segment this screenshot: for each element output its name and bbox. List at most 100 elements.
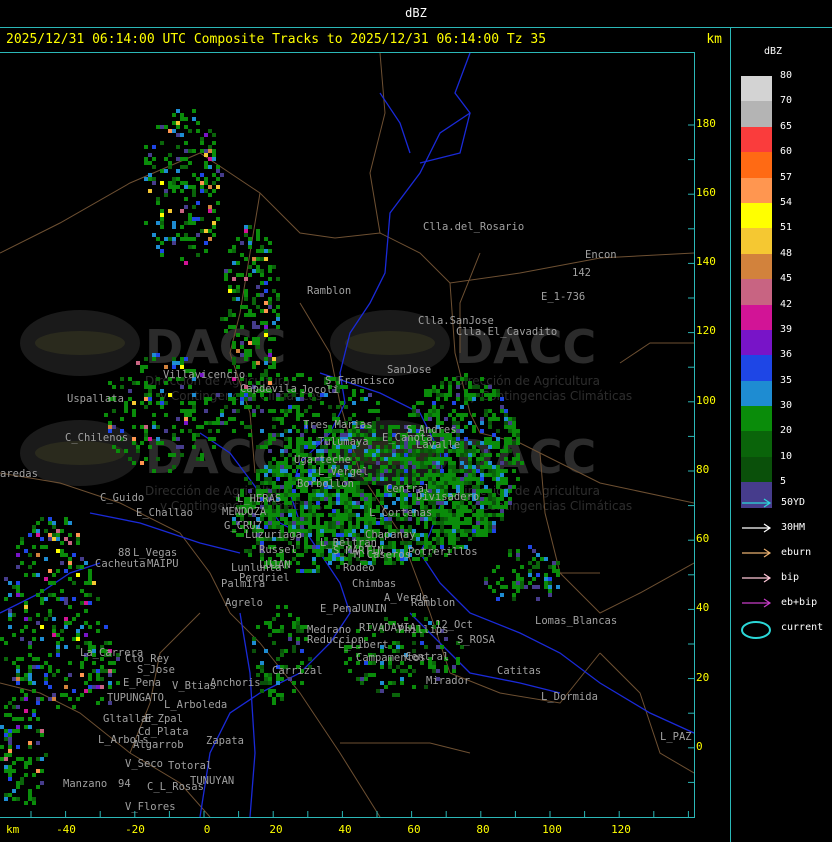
place-label: L_Dormida — [541, 691, 598, 703]
radar-echo — [388, 425, 392, 429]
radar-echo — [252, 301, 256, 305]
radar-echo — [372, 409, 376, 413]
radar-echo — [404, 501, 408, 505]
radar-echo — [184, 261, 188, 265]
radar-echo — [300, 449, 304, 453]
radar-echo — [236, 289, 240, 293]
radar-echo — [328, 493, 332, 497]
radar-echo — [52, 629, 56, 633]
radar-echo — [276, 485, 280, 489]
radar-echo — [500, 585, 504, 589]
radar-map-panel[interactable]: DACC Dirección de Agricultura y Contingenc… — [0, 52, 695, 818]
radar-echo — [68, 577, 72, 581]
radar-echo — [496, 441, 500, 445]
radar-echo — [276, 417, 280, 421]
radar-echo — [280, 417, 284, 421]
radar-echo — [520, 577, 524, 581]
radar-echo — [4, 757, 8, 761]
radar-echo — [452, 533, 456, 537]
radar-echo — [20, 561, 24, 565]
radar-echo — [260, 429, 264, 433]
radar-echo — [508, 417, 512, 421]
radar-echo — [516, 429, 520, 433]
radar-echo — [272, 289, 276, 293]
radar-echo — [500, 469, 504, 473]
radar-echo — [8, 793, 12, 797]
place-label: Lavalle — [416, 439, 460, 451]
place-label: Borbollon — [297, 478, 354, 490]
radar-echo — [36, 729, 40, 733]
radar-echo — [496, 505, 500, 509]
place-label: Ramblon — [307, 285, 351, 297]
radar-echo — [432, 461, 436, 465]
radar-echo — [452, 529, 456, 533]
radar-echo — [280, 465, 284, 469]
radar-echo — [388, 449, 392, 453]
scale-label: 65 — [780, 120, 793, 132]
radar-echo — [456, 529, 460, 533]
radar-echo — [492, 525, 496, 529]
radar-echo — [300, 473, 304, 477]
radar-echo — [268, 521, 272, 525]
y-tick-label: 60 — [696, 532, 710, 545]
radar-echo — [240, 253, 244, 257]
radar-echo — [208, 185, 212, 189]
radar-echo — [288, 509, 292, 513]
radar-echo — [332, 509, 336, 513]
radar-echo — [72, 637, 76, 641]
radar-echo — [88, 577, 92, 581]
place-label: Uspallata — [67, 393, 124, 405]
radar-echo — [260, 321, 264, 325]
place-label: Divisadero — [416, 491, 479, 503]
radar-echo — [344, 449, 348, 453]
radar-echo — [52, 673, 56, 677]
radar-echo — [416, 473, 420, 477]
radar-echo — [436, 669, 440, 673]
radar-echo — [260, 377, 264, 381]
radar-echo — [72, 617, 76, 621]
radar-echo — [480, 441, 484, 445]
radar-echo — [244, 225, 248, 229]
radar-echo — [48, 517, 52, 521]
radar-echo — [436, 409, 440, 413]
radar-echo — [364, 453, 368, 457]
radar-echo — [436, 521, 440, 525]
radar-echo — [32, 681, 36, 685]
radar-echo — [24, 801, 28, 805]
radar-echo — [308, 513, 312, 517]
radar-echo — [412, 685, 416, 689]
radar-echo — [48, 521, 52, 525]
radar-echo — [184, 181, 188, 185]
radar-echo — [484, 461, 488, 465]
radar-echo — [292, 493, 296, 497]
radar-echo — [480, 389, 484, 393]
scale-swatch: 39 — [741, 324, 792, 356]
radar-echo — [40, 597, 44, 601]
radar-echo — [272, 457, 276, 461]
radar-echo — [324, 557, 328, 561]
radar-echo — [456, 425, 460, 429]
radar-echo — [152, 157, 156, 161]
radar-echo — [156, 197, 160, 201]
radar-echo — [276, 681, 280, 685]
radar-echo — [64, 553, 68, 557]
x-tick-label: 40 — [338, 823, 352, 836]
place-label: C_Guido — [100, 492, 144, 504]
radar-echo — [520, 585, 524, 589]
radar-echo — [396, 445, 400, 449]
radar-echo — [20, 593, 24, 597]
radar-echo — [432, 457, 436, 461]
radar-echo — [92, 661, 96, 665]
radar-echo — [176, 437, 180, 441]
radar-echo — [276, 325, 280, 329]
radar-echo — [484, 393, 488, 397]
radar-echo — [32, 573, 36, 577]
radar-echo — [268, 265, 272, 269]
radar-echo — [348, 513, 352, 517]
radar-echo — [420, 465, 424, 469]
radar-echo — [296, 441, 300, 445]
radar-echo — [304, 521, 308, 525]
radar-echo — [84, 561, 88, 565]
radar-map[interactable]: DACCDirección de Agriculturay Contingenc… — [0, 53, 694, 817]
radar-echo — [508, 461, 512, 465]
